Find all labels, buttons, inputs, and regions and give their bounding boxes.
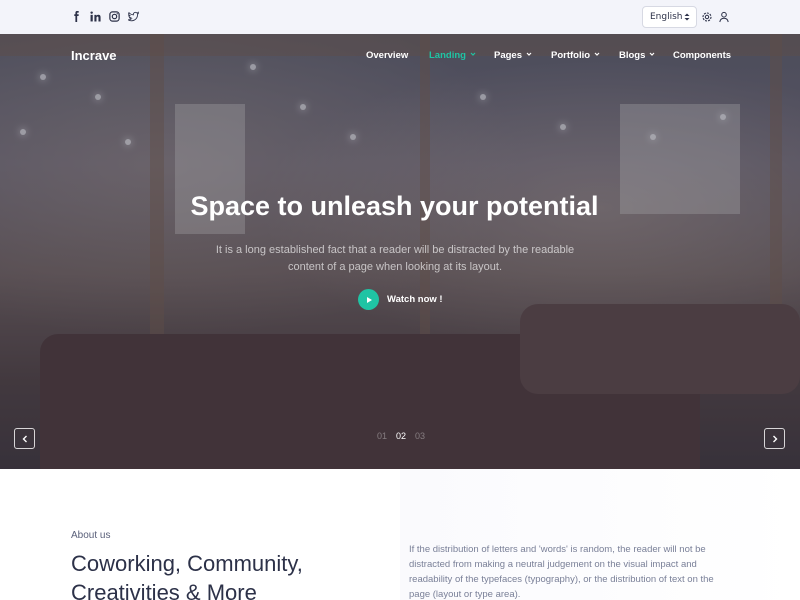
user-icon[interactable] [718, 11, 730, 23]
watch-now-button[interactable]: Watch now ! [358, 289, 443, 310]
slide-indicator-02[interactable]: 02 [396, 431, 406, 441]
slide-pager: 01 02 03 [377, 431, 425, 441]
prev-slide-button[interactable] [14, 428, 35, 449]
main-nav: Overview Landing Pages Portfolio Blogs C… [0, 50, 800, 64]
chevron-down-icon [649, 52, 655, 56]
nav-item-pages[interactable]: Pages [494, 50, 532, 61]
top-bar: English [0, 0, 800, 34]
chevron-down-icon [470, 52, 476, 56]
play-button[interactable] [358, 289, 379, 310]
language-select-value: English [650, 12, 683, 22]
nav-item-label: Landing [429, 50, 466, 61]
about-label: About us [71, 530, 111, 541]
about-title: Coworking, Community, Creativities & Mor… [71, 551, 303, 600]
about-text: If the distribution of letters and 'word… [409, 544, 714, 600]
chevron-right-icon [772, 435, 777, 442]
nav-item-label: Components [673, 50, 732, 61]
nav-item-label: Portfolio [551, 50, 591, 61]
slide-indicator-01[interactable]: 01 [377, 431, 387, 441]
instagram-icon[interactable] [108, 10, 121, 23]
nav-item-label: Overview [366, 50, 409, 61]
social-links [70, 10, 140, 23]
chevron-down-icon [526, 52, 532, 56]
nav-item-blogs[interactable]: Blogs [619, 50, 655, 61]
play-icon [366, 296, 372, 303]
nav-item-label: Blogs [619, 50, 646, 61]
nav-item-label: Pages [494, 50, 522, 61]
nav-item-overview[interactable]: Overview [366, 50, 408, 61]
twitter-icon[interactable] [127, 10, 140, 23]
hero-slider: Incrave Overview Landing Pages Portfolio… [0, 34, 800, 469]
chevron-down-icon [594, 52, 600, 56]
slide-indicator-03[interactable]: 03 [415, 431, 425, 441]
watch-now-label: Watch now ! [387, 294, 443, 305]
language-select[interactable]: English [642, 6, 697, 28]
gear-icon[interactable] [701, 11, 713, 23]
facebook-icon[interactable] [70, 10, 83, 23]
nav-item-landing[interactable]: Landing [429, 50, 476, 61]
select-arrows-icon [684, 13, 690, 21]
linkedin-icon[interactable] [89, 10, 102, 23]
nav-item-components[interactable]: Components [673, 50, 731, 61]
hero-subtitle: It is a long established fact that a rea… [215, 244, 575, 273]
nav-item-portfolio[interactable]: Portfolio [551, 50, 600, 61]
chevron-left-icon [22, 435, 27, 442]
hero-title: Space to unleash your potential [190, 191, 599, 221]
next-slide-button[interactable] [764, 428, 785, 449]
